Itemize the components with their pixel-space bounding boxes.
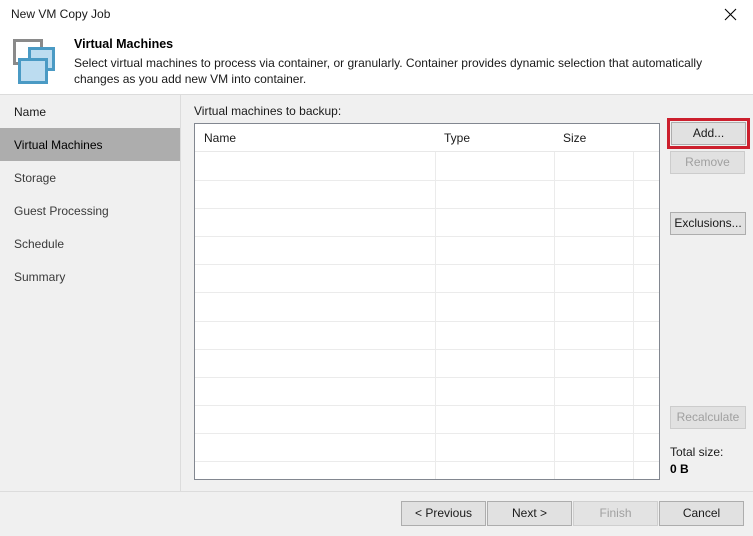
table-row[interactable] (195, 293, 659, 322)
main-panel: Virtual machines to backup: Name Type Si… (181, 95, 753, 491)
window-title: New VM Copy Job (11, 7, 111, 21)
total-size-label: Total size: (670, 445, 724, 459)
wizard-steps-sidebar: Name Virtual Machines Storage Guest Proc… (0, 95, 181, 491)
vm-table-body (195, 153, 659, 479)
table-row[interactable] (195, 181, 659, 210)
vm-list-label: Virtual machines to backup: (194, 104, 342, 118)
vm-table-header: Name Type Size (195, 124, 659, 152)
dialog-body: Name Virtual Machines Storage Guest Proc… (0, 95, 753, 491)
dialog-footer: < Previous Next > Finish Cancel (0, 492, 753, 536)
page-title: Virtual Machines (74, 37, 174, 51)
title-bar: New VM Copy Job (0, 0, 753, 30)
new-vm-copy-job-dialog: New VM Copy Job Virtual Machines Select … (0, 0, 753, 536)
add-button[interactable]: Add... (671, 122, 746, 145)
table-row[interactable] (195, 237, 659, 266)
sidebar-item-schedule[interactable]: Schedule (0, 227, 180, 260)
column-header-size[interactable]: Size (554, 124, 633, 152)
table-row[interactable] (195, 209, 659, 238)
cancel-button[interactable]: Cancel (659, 501, 744, 526)
next-button[interactable]: Next > (487, 501, 572, 526)
vm-table[interactable]: Name Type Size (194, 123, 660, 480)
vm-actions-panel: Add... Remove Exclusions... Recalculate … (664, 95, 753, 491)
sidebar-item-guest-processing[interactable]: Guest Processing (0, 194, 180, 227)
sidebar-item-summary[interactable]: Summary (0, 260, 180, 293)
table-row[interactable] (195, 378, 659, 406)
previous-button[interactable]: < Previous (401, 501, 486, 526)
table-row[interactable] (195, 265, 659, 294)
column-header-type[interactable]: Type (435, 124, 554, 152)
dialog-header: Virtual Machines Select virtual machines… (0, 30, 753, 94)
finish-button: Finish (573, 501, 658, 526)
virtual-machines-icon (12, 38, 68, 86)
close-icon[interactable] (708, 0, 753, 29)
table-row[interactable] (195, 406, 659, 434)
exclusions-button[interactable]: Exclusions... (670, 212, 746, 235)
table-row[interactable] (195, 322, 659, 350)
add-button-highlight: Add... (667, 118, 750, 149)
sidebar-item-storage[interactable]: Storage (0, 161, 180, 194)
recalculate-button: Recalculate (670, 406, 746, 429)
total-size-value: 0 B (670, 462, 689, 476)
table-row[interactable] (195, 462, 659, 479)
table-row[interactable] (195, 434, 659, 463)
table-row[interactable] (195, 153, 659, 182)
sidebar-item-virtual-machines[interactable]: Virtual Machines (0, 128, 180, 161)
column-header-name[interactable]: Name (195, 124, 435, 152)
page-description: Select virtual machines to process via c… (74, 56, 703, 86)
remove-button: Remove (670, 151, 745, 174)
table-row[interactable] (195, 350, 659, 378)
sidebar-item-name[interactable]: Name (0, 95, 180, 128)
